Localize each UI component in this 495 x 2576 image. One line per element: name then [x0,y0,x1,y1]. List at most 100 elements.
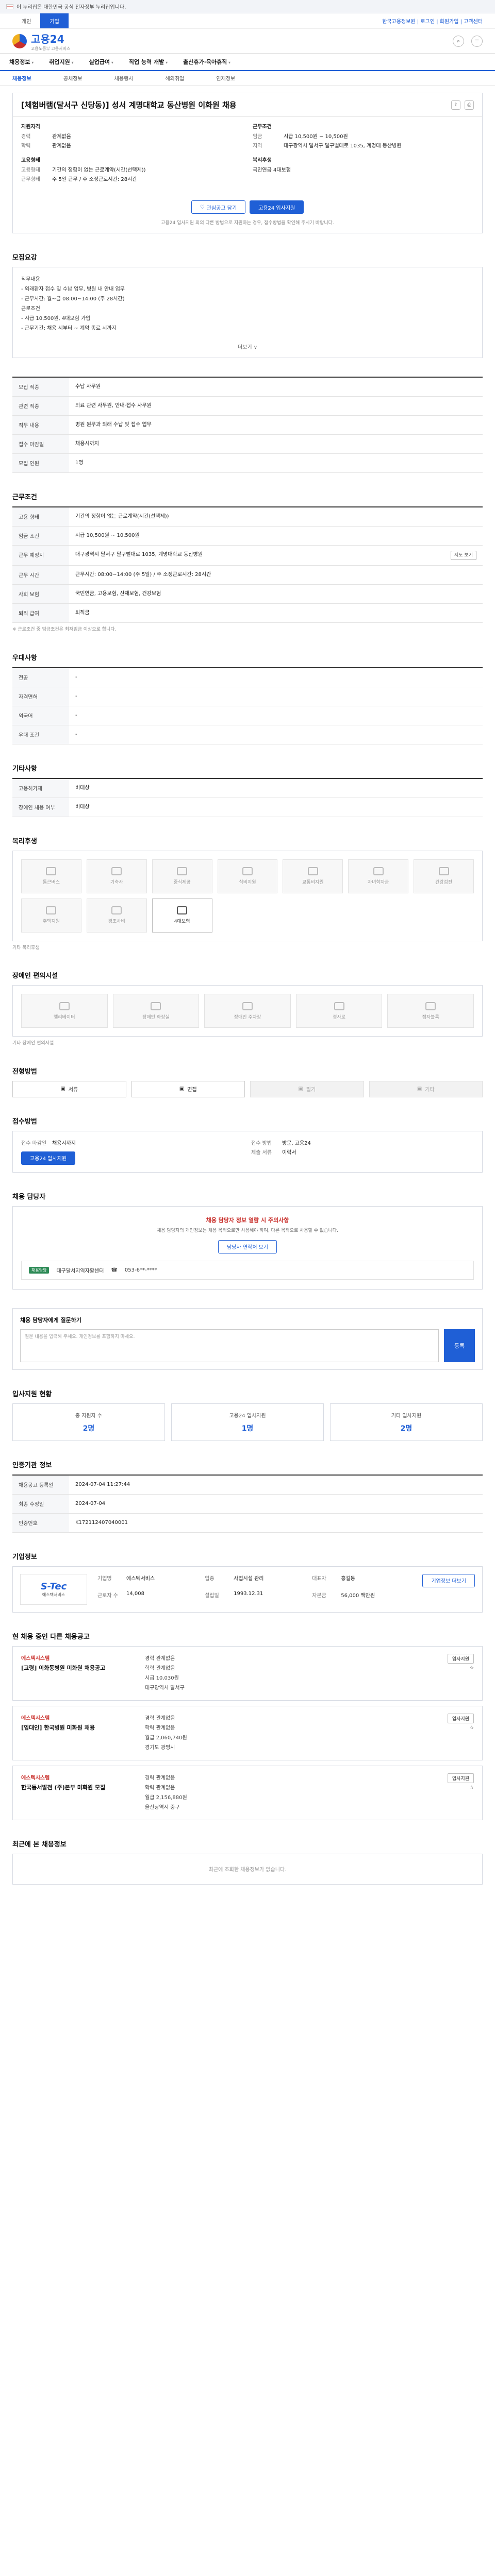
info-table: 채용공고 등록일 2024-07-04 11:27:44 최종 수정일 2024-0… [12,1474,483,1533]
benefit-grid: 통근버스 기숙사 중식제공 식비지원 교통비지원 자녀학자금 건강검진 주택지원 경조사비 4대보… [12,850,483,941]
section-title: 우대사항 [12,654,37,662]
subnav-overseas[interactable]: 해외취업 [165,74,184,82]
benefit-icon [242,867,253,876]
nav-item-training[interactable]: 직업 능력 개발 [129,58,168,66]
kv-key: 제출 서류 [251,1149,272,1156]
content-line: - 근무시간: 월~금 08:00~14:00 (주 28시간) [21,296,125,302]
company-logo: S-Tec 에스텍서비스 [20,1573,87,1605]
tab-company[interactable]: 기업 [40,13,69,28]
job-detail: 대구광역시 달서구 [145,1685,185,1691]
subnav-public[interactable]: 공채정보 [63,74,82,82]
star-icon[interactable]: ☆ [470,1785,474,1790]
td: 2024-07-04 11:27:44 [69,1475,483,1495]
job-card-actions: 입사지원 ☆ [427,1773,474,1812]
benefit-icon [307,867,318,876]
nav-item-leave[interactable]: 출산휴가·육아휴직 [183,58,230,66]
kv-key: 대표자 [312,1575,326,1582]
logo[interactable]: 고용24 고용노동부 고용서비스 [12,31,70,52]
content-line: - 근무기간: 채용 시부터 ~ 계약 종료 시까지 [21,326,117,331]
recruit-section: 모집 직종 수납 사무원 관련 직종 의료 관련 사무원, 안내·접수 사무원 직무… [12,377,483,473]
flag-icon [6,4,13,9]
facility-icon [334,1002,344,1010]
subnav-events[interactable]: 채용행사 [114,74,134,82]
benefit-item: 주택지원 [21,898,81,933]
section-title: 기타사항 [12,765,37,773]
th: 채용공고 등록일 [12,1475,69,1495]
menu-icon[interactable]: ≡ [471,35,483,47]
document-icon: ▣ [298,1086,303,1092]
stat-other: 기타 입사지원 2명 [330,1403,483,1441]
print-icon[interactable]: ⎙ [465,100,474,110]
gov-banner-text: 이 누리집은 대한민국 공식 전자정부 누리집입니다. [16,5,126,10]
th: 인증번호 [12,1513,69,1533]
kv-value: 관계없음 [52,143,71,149]
th: 외국어 [12,706,69,725]
stat-label: 총 지원자 수 [75,1413,103,1419]
subnav-jobs[interactable]: 채용정보 [12,74,31,82]
document-icon: ▣ [417,1086,422,1092]
kv-key: 임금 [253,134,262,140]
show-contact-button[interactable]: 담당자 연락처 보기 [218,1240,277,1253]
section-title: 전형방법 [12,1067,37,1076]
similar-job-card[interactable]: 에스텍시스템 [고령] 이화동병원 미화원 채용공고 경력 관계없음 학력 관계없음 시… [12,1646,483,1701]
company-more-button[interactable]: 기업정보 더보기 [422,1573,475,1587]
scrap-button[interactable]: ♡ 관심공고 담기 [191,200,246,214]
benefit-label: 주택지원 [42,919,60,925]
share-icon[interactable]: ⇪ [451,100,460,110]
td: 수납 사무원 [69,377,483,397]
job-card-title[interactable]: [입대인] 한국병원 미화원 채용 [21,1723,135,1732]
job-apply-badge[interactable]: 입사지원 [447,1713,474,1723]
star-icon[interactable]: ☆ [470,1666,474,1671]
more-button[interactable]: 더보기 ∨ [21,333,474,350]
top-nav: 개인 기업 한국고용정보원 | 로그인 | 회원가입 | 고객센터 [0,13,495,29]
nav-item-benefits[interactable]: 실업급여 [89,58,113,66]
nav-item-jobs[interactable]: 채용정보 [9,58,34,66]
benefit-item: 식비지원 [217,859,278,893]
star-icon[interactable]: ☆ [470,1725,474,1731]
job-card-title[interactable]: [고령] 이화동병원 미화원 채용공고 [21,1664,135,1672]
job-apply-badge[interactable]: 입사지원 [447,1653,474,1664]
kv-value: 관계없음 [52,134,71,140]
content-section: 모집요강 직무내용 - 외래환자 접수 및 수납 업무, 병원 내 안내 업무 … [12,252,483,358]
td: - [69,706,483,725]
similar-job-card[interactable]: 에스텍시스템 [입대인] 한국병원 미화원 채용 경력 관계없음 학력 관계없음 월급 … [12,1705,483,1760]
alert-text: 채용 담당자의 개인정보는 채용 목적으로만 사용해야 하며, 다른 목적으로 … [157,1228,338,1233]
top-links[interactable]: 한국고용정보원 | 로그인 | 회원가입 | 고객센터 [382,17,483,25]
facility-label: 점자블록 [422,1014,439,1020]
th: 근무 예정지 [12,545,69,566]
qa-submit-button[interactable]: 등록 [444,1329,475,1362]
tab-personal[interactable]: 개인 [12,13,40,28]
job-detail: 월급 2,156,880원 [145,1794,187,1801]
qa-input[interactable]: 질문 내용을 입력해 주세요. 개인정보를 포함하지 마세요. [20,1329,439,1362]
benefit-item: 경조사비 [86,898,147,933]
td: 기간의 정함이 없는 근로계약(시간(선택제)) [69,507,483,527]
nav-item-support[interactable]: 취업지원 [49,58,73,66]
phone-icon: ☎ [111,1267,118,1273]
facility-icon [59,1002,70,1010]
content-line: 근로조건 [21,306,40,312]
th: 직무 내용 [12,415,69,435]
apply-button[interactable]: 고용24 입사지원 [250,200,304,214]
method-label: 기타 [425,1087,435,1093]
th: 관련 직종 [12,396,69,416]
benefit-icon [177,867,188,876]
section-title: 현 채용 중인 다른 채용공고 [12,1633,90,1641]
job-card-title[interactable]: 한국동서발전 (주)본부 미화원 모집 [21,1783,135,1791]
similar-job-card[interactable]: 에스텍시스템 한국동서발전 (주)본부 미화원 모집 경력 관계없음 학력 관계없음 월… [12,1765,483,1820]
th: 임금 조건 [12,526,69,546]
map-button[interactable]: 지도 보기 [451,551,476,561]
subnav-talent[interactable]: 인재정보 [216,74,235,82]
logo-text: 고용24 [31,32,64,45]
contact-section: 채용 담당자 채용 담당자 정보 열람 시 주의사항 채용 담당자의 개인정보는… [12,1191,483,1290]
td: 의료 관련 사무원, 안내·접수 사무원 [69,396,483,416]
section-title: 채용 담당자 [12,1193,46,1201]
stat-label: 고용24 입사지원 [229,1413,266,1419]
method-label: 면접 [187,1087,197,1093]
search-icon[interactable]: ⌕ [453,35,464,47]
apply-button-2[interactable]: 고용24 입사지원 [21,1151,76,1165]
job-apply-badge[interactable]: 입사지원 [447,1773,474,1783]
td: 퇴직금 [69,603,483,623]
td: - [69,687,483,706]
welfare-value: 국민연금 4대보험 [253,167,291,173]
kv-value: 기간의 정함이 없는 근로계약(시간(선택제)) [52,167,146,173]
